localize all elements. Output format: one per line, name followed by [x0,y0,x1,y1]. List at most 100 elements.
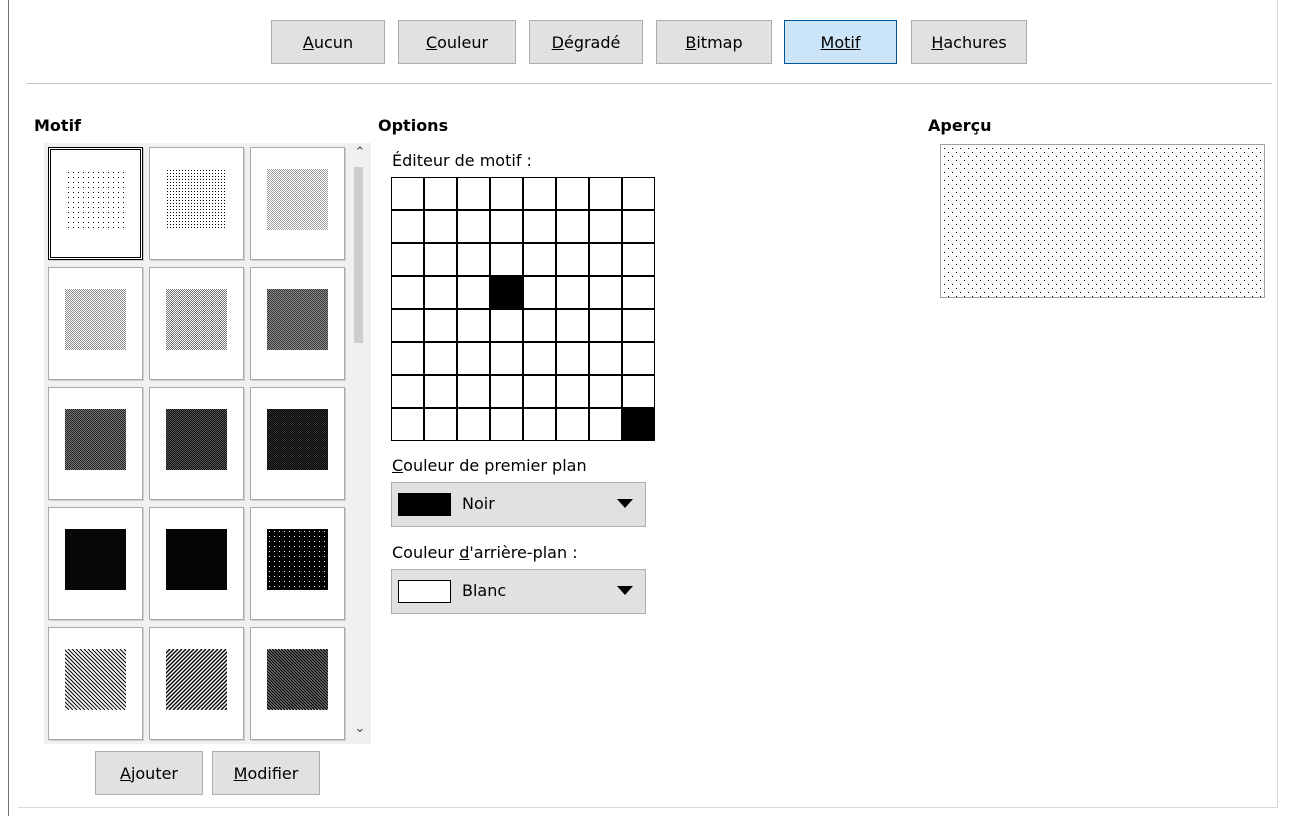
pattern-grid-cell[interactable] [523,243,556,276]
pattern-grid-cell[interactable] [556,210,589,243]
pattern-grid-cell[interactable] [589,210,622,243]
pattern-item[interactable] [250,507,345,620]
pattern-item[interactable] [48,267,143,380]
scroll-up-arrow-icon[interactable]: ⌃ [352,145,368,160]
pattern-grid-cell[interactable] [490,177,523,210]
pattern-grid-cell[interactable] [589,408,622,441]
pattern-grid-cell[interactable] [457,243,490,276]
pattern-grid-cell[interactable] [523,309,556,342]
pattern-grid-cell[interactable] [556,408,589,441]
pattern-item[interactable] [250,147,345,260]
tab-bitmap[interactable]: Bitmap [656,20,772,64]
pattern-grid-cell[interactable] [424,243,457,276]
tab-couleur[interactable]: Couleur [398,20,516,64]
pattern-item[interactable] [250,627,345,740]
pattern-grid-cell[interactable] [556,309,589,342]
pattern-item[interactable] [149,507,244,620]
pattern-grid-cell[interactable] [457,177,490,210]
modify-button[interactable]: Modifier [212,751,320,795]
pattern-grid-cell[interactable] [589,309,622,342]
tab-aucun[interactable]: Aucun [271,20,385,64]
pattern-grid-cell[interactable] [457,309,490,342]
pattern-editor-grid[interactable] [391,177,657,442]
pattern-grid-cell[interactable] [622,375,655,408]
gallery-scrollbar[interactable]: ⌃ ⌄ [349,143,371,744]
pattern-grid-cell[interactable] [490,408,523,441]
pattern-item[interactable] [149,387,244,500]
pattern-item[interactable] [48,387,143,500]
tab-couleur-rest: ouleur [437,32,489,52]
pattern-grid-cell[interactable] [424,309,457,342]
pattern-grid-cell[interactable] [490,375,523,408]
pattern-grid-cell[interactable] [589,177,622,210]
pattern-grid-cell[interactable] [391,177,424,210]
background-color-value: Blanc [462,581,507,600]
scrollbar-thumb[interactable] [354,167,363,343]
pattern-item[interactable] [48,507,143,620]
pattern-grid-cell[interactable] [622,309,655,342]
foreground-color-dropdown[interactable]: Noir [391,482,646,527]
pattern-grid-cell[interactable] [391,375,424,408]
pattern-grid-cell[interactable] [424,177,457,210]
pattern-grid-cell[interactable] [424,342,457,375]
pattern-grid-cell[interactable] [391,276,424,309]
pattern-item[interactable] [48,147,143,260]
pattern-grid-cell[interactable] [523,375,556,408]
pattern-grid-cell[interactable] [490,309,523,342]
pattern-grid-cell[interactable] [391,309,424,342]
pattern-item[interactable] [48,627,143,740]
pattern-grid-cell[interactable] [391,408,424,441]
pattern-grid-cell[interactable] [457,276,490,309]
pattern-item[interactable] [149,627,244,740]
pattern-grid-cell[interactable] [424,375,457,408]
window-right-border [1277,0,1278,808]
pattern-grid-cell[interactable] [391,210,424,243]
pattern-grid-cell[interactable] [391,243,424,276]
tab-degrade[interactable]: Dégradé [529,20,643,64]
pattern-grid-cell[interactable] [523,276,556,309]
pattern-grid-cell[interactable] [622,276,655,309]
pattern-item[interactable] [250,267,345,380]
pattern-grid-cell[interactable] [490,342,523,375]
pattern-grid-cell[interactable] [622,408,655,441]
pattern-grid-cell[interactable] [523,342,556,375]
pattern-grid-cell[interactable] [523,177,556,210]
tab-hachures[interactable]: Hachures [911,20,1027,64]
pattern-grid-cell[interactable] [457,342,490,375]
pattern-grid-cell[interactable] [622,342,655,375]
pattern-grid-cell[interactable] [622,177,655,210]
pattern-grid-cell[interactable] [490,276,523,309]
add-button[interactable]: Ajouter [95,751,203,795]
pattern-grid-cell[interactable] [556,375,589,408]
pattern-grid-cell[interactable] [589,342,622,375]
pattern-grid-cell[interactable] [622,210,655,243]
pattern-grid-cell[interactable] [556,342,589,375]
pattern-grid-cell[interactable] [490,243,523,276]
pattern-grid-cell[interactable] [490,210,523,243]
tab-motif[interactable]: Motif [784,20,897,64]
pattern-grid-cell[interactable] [589,276,622,309]
pattern-gallery[interactable] [44,143,371,744]
pattern-grid-cell[interactable] [523,210,556,243]
pattern-grid-cell[interactable] [556,177,589,210]
pattern-grid-cell[interactable] [556,276,589,309]
background-color-dropdown[interactable]: Blanc [391,569,646,614]
pattern-grid-cell[interactable] [424,210,457,243]
pattern-grid-cell[interactable] [622,243,655,276]
pattern-grid-cell[interactable] [556,243,589,276]
pattern-item[interactable] [149,147,244,260]
pattern-swatch-icon [65,649,126,710]
pattern-grid-cell[interactable] [424,408,457,441]
pattern-grid-cell[interactable] [457,408,490,441]
pattern-grid-cell[interactable] [589,243,622,276]
pattern-grid-cell[interactable] [424,276,457,309]
pattern-item[interactable] [250,387,345,500]
pattern-grid-cell[interactable] [523,408,556,441]
pattern-grid-cell[interactable] [589,375,622,408]
scroll-down-arrow-icon[interactable]: ⌄ [352,721,368,736]
pattern-grid-cell[interactable] [457,210,490,243]
pattern-grid-cell[interactable] [457,375,490,408]
pattern-item[interactable] [149,267,244,380]
tab-degrade-mnemonic: D [551,32,564,52]
pattern-grid-cell[interactable] [391,342,424,375]
